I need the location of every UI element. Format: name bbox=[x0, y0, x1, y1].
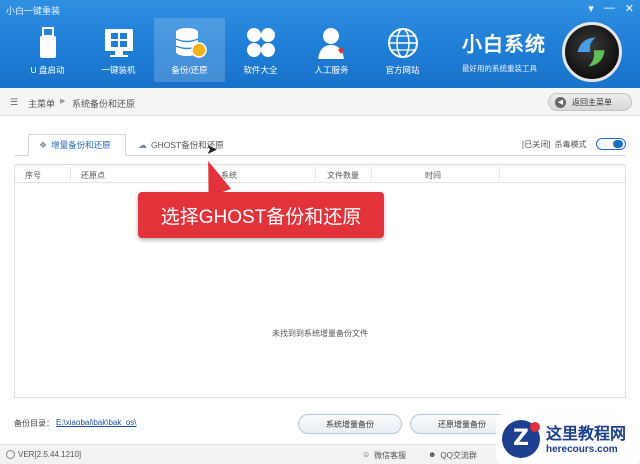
breadcrumb: ☰ 主菜单 ▶ 系统备份和还原 ◀ 返回主菜单 bbox=[0, 88, 640, 116]
brand: 小白系统 最好用的系统重装工具 bbox=[462, 28, 546, 74]
windows-flag-icon: ❖ bbox=[39, 139, 48, 150]
annotation-callout: 选择GHOST备份和还原 bbox=[138, 192, 384, 238]
antivirus-mode-toggle-group: [已关闭] 杀毒模式 bbox=[522, 138, 627, 150]
column-divider bbox=[70, 167, 71, 181]
menu-icon: ☰ bbox=[10, 97, 19, 107]
app-header: 小白一键重装 ▾ — ✕ U 盘启动 一键装机 备份/还原 软件大全 人工服务 … bbox=[0, 0, 640, 88]
column-divider bbox=[499, 167, 500, 181]
nav-label: 官方网站 bbox=[385, 65, 420, 75]
back-arrow-icon: ◀ bbox=[555, 96, 566, 108]
breadcrumb-current: 系统备份和还原 bbox=[72, 99, 136, 109]
usb-drive-icon bbox=[39, 27, 56, 58]
window-controls: ▾ — ✕ bbox=[588, 2, 634, 15]
tab-label: 增量备份和还原 bbox=[51, 140, 111, 150]
nav-label: U 盘启动 bbox=[30, 65, 65, 75]
backup-dir-link[interactable]: E:\xiaobai\bak\bak_os\ bbox=[56, 418, 137, 427]
back-to-main-button[interactable]: ◀ 返回主菜单 bbox=[548, 93, 632, 111]
qq-group-link[interactable]: ☻ QQ交流群 bbox=[428, 450, 477, 461]
column-divider bbox=[315, 167, 316, 181]
toggle-label: 杀毒模式 bbox=[554, 139, 587, 149]
globe-icon bbox=[387, 28, 418, 58]
antivirus-mode-toggle[interactable] bbox=[596, 138, 627, 150]
windows-icon bbox=[104, 29, 133, 57]
breadcrumb-arrow-icon: ▶ bbox=[60, 98, 66, 105]
toggle-status: [已关闭] bbox=[522, 139, 551, 149]
empty-table-message: 未找到到系统增量备份文件 bbox=[272, 329, 368, 338]
col-restore-point: 还原点 bbox=[81, 171, 105, 180]
back-button-label: 返回主菜单 bbox=[572, 97, 612, 107]
tab-incremental-backup[interactable]: ❖ 增量备份和还原 bbox=[28, 134, 126, 156]
apps-grid-icon bbox=[246, 28, 275, 57]
table-header: 序号 还原点 系统 文件数量 时间 bbox=[15, 165, 625, 183]
menu-dropdown-icon[interactable]: ▾ bbox=[588, 2, 594, 15]
nav-official-site[interactable]: 官方网站 bbox=[367, 18, 438, 82]
nav-label: 一键装机 bbox=[101, 65, 136, 75]
nav-label: 人工服务 bbox=[314, 65, 349, 75]
main-panel: ❖ 增量备份和还原 ☁ GHOST备份和还原 [已关闭] 杀毒模式 序号 还原点… bbox=[0, 116, 640, 464]
support-person-icon bbox=[317, 28, 344, 59]
nav-label: 软件大全 bbox=[243, 65, 278, 75]
nav-one-click-install[interactable]: 一键装机 bbox=[83, 18, 154, 82]
watermark-url: herecours.com bbox=[546, 444, 618, 455]
app-logo-icon bbox=[562, 22, 622, 82]
nav-backup-restore[interactable]: 备份/还原 bbox=[154, 18, 225, 82]
nav-label: 备份/还原 bbox=[171, 65, 208, 75]
wechat-label: 微信客服 bbox=[374, 451, 407, 460]
close-icon[interactable]: ✕ bbox=[625, 2, 634, 15]
watermark-name: 这里教程网 bbox=[546, 424, 627, 443]
backup-dir-label: 备份目录： bbox=[14, 419, 54, 428]
nav-software[interactable]: 软件大全 bbox=[225, 18, 296, 82]
wechat-service-link[interactable]: ☺ 微信客服 bbox=[362, 450, 406, 461]
nav-human-service[interactable]: 人工服务 bbox=[296, 18, 367, 82]
col-file-count: 文件数量 bbox=[327, 171, 359, 180]
ghost-icon: ☁ bbox=[138, 139, 147, 150]
watermark-logo-icon: Z bbox=[502, 420, 540, 458]
minimize-icon[interactable]: — bbox=[604, 2, 615, 15]
col-time: 时间 bbox=[425, 171, 441, 180]
qq-label: QQ交流群 bbox=[440, 451, 477, 460]
column-divider bbox=[371, 167, 372, 181]
version-icon bbox=[6, 450, 15, 459]
version-text: VER[2.5.44.1210] bbox=[18, 450, 82, 459]
wechat-icon: ☺ bbox=[362, 450, 371, 459]
swirl-logo-icon bbox=[577, 37, 605, 67]
mouse-cursor-icon: ➤ bbox=[206, 141, 218, 157]
brand-slogan: 最好用的系统重装工具 bbox=[462, 64, 537, 73]
main-nav: U 盘启动 一键装机 备份/还原 软件大全 人工服务 官方网站 bbox=[12, 18, 438, 82]
col-index: 序号 bbox=[25, 171, 41, 180]
watermark: Z 这里教程网 herecours.com bbox=[496, 414, 640, 464]
qq-icon: ☻ bbox=[428, 450, 437, 459]
brand-name: 小白系统 bbox=[462, 34, 546, 56]
database-backup-icon bbox=[175, 28, 207, 58]
breadcrumb-home[interactable]: 主菜单 bbox=[28, 97, 55, 110]
incremental-backup-button[interactable]: 系统增量备份 bbox=[298, 414, 402, 434]
window-title: 小白一键重装 bbox=[6, 6, 61, 16]
nav-usb-boot[interactable]: U 盘启动 bbox=[12, 18, 83, 82]
